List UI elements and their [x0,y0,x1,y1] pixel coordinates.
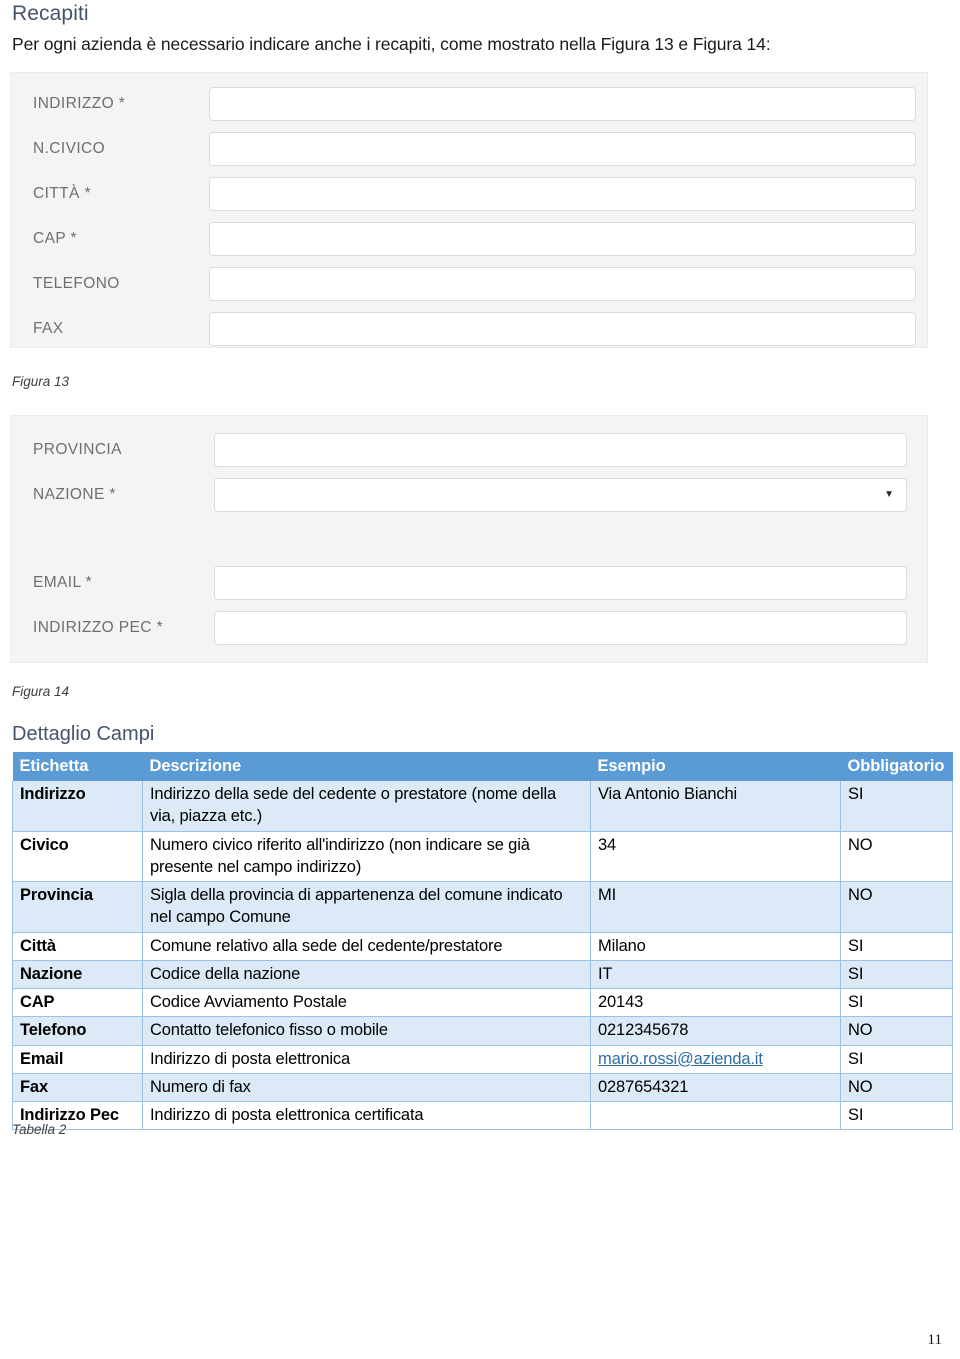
figure-14-field-row: INDIRIZZO PEC * [11,609,927,647]
figure-13-field-row: CITTÀ * [11,175,927,213]
page-title: Recapiti [12,2,89,25]
figure-13-form: INDIRIZZO * N.CIVICO CITTÀ * CAP * TELEFONO F… [10,72,928,348]
table-cell-esempio: 0287654321 [590,1073,841,1103]
figure-13-field-label: INDIRIZZO * [33,95,126,112]
figure-14-input[interactable] [214,566,907,600]
figure-13-input[interactable] [209,87,916,121]
figure-14-nazione-select[interactable]: ▼ [214,478,907,512]
table-cell-obbligatorio: SI [840,1045,953,1074]
intro-paragraph: Per ogni azienda è necessario indicare a… [12,34,771,54]
table-cell-esempio: IT [590,960,841,990]
figure-14-field-label: EMAIL * [33,574,93,591]
table-row: Fax Numero di fax 0287654321 NO [12,1073,953,1103]
table-row: Provincia Sigla della provincia di appart… [12,881,953,933]
figure-13-input[interactable] [209,177,916,211]
figure-13-input[interactable] [209,222,916,256]
figure-14-input[interactable] [214,433,907,467]
table-cell-obbligatorio: SI [840,988,953,1018]
dettaglio-campi-table: Etichetta Descrizione Esempio Obbligatorio … [12,752,953,1131]
table-cell-esempio: 34 [590,831,841,883]
table-header-descrizione: Descrizione [142,752,591,781]
figure-14-caption: Figura 14 [12,684,70,699]
table-cell-esempio: Via Antonio Bianchi [590,781,841,832]
table-row: Città Comune relativo alla sede del ceden… [12,932,953,961]
figure-13-field-label: N.CIVICO [33,140,106,157]
figure-13-field-row: FAX [11,310,927,348]
figure-13-field-label: TELEFONO [33,275,120,292]
table-row: Civico Numero civico riferito all'indiriz… [12,831,953,883]
figure-13-field-row: TELEFONO [11,265,927,303]
page-number: 11 [927,1332,942,1348]
table-cell-descrizione: Codice Avviamento Postale [142,988,591,1018]
table-header-obbligatorio: Obbligatorio [840,752,953,781]
table-cell-esempio: Milano [590,932,841,961]
figure-14-field-row: EMAIL * [11,564,927,602]
figure-14-input[interactable] [214,611,907,645]
table-cell-etichetta: Provincia [12,881,143,933]
figure-13-field-row: CAP * [11,220,927,258]
figure-13-input[interactable] [209,312,916,346]
table-row: CAP Codice Avviamento Postale 20143 SI [12,988,953,1018]
table-cell-etichetta: Fax [12,1073,143,1103]
table-cell-esempio: MI [590,881,841,933]
figure-14-field-label: INDIRIZZO PEC * [33,619,164,636]
table-cell-descrizione: Numero di fax [142,1073,591,1103]
table-cell-obbligatorio: NO [840,1073,953,1103]
table-cell-obbligatorio: NO [840,881,953,933]
figure-14-field-label: PROVINCIA [33,441,122,458]
table-cell-descrizione: Indirizzo di posta elettronica [142,1045,591,1074]
table-header-row: Etichetta Descrizione Esempio Obbligatorio [12,752,953,781]
subsection-title: Dettaglio Campi [12,723,155,745]
table-cell-obbligatorio: SI [840,1101,953,1131]
figure-13-field-row: N.CIVICO [11,130,927,168]
figure-13-input[interactable] [209,132,916,166]
figure-14-field-row: NAZIONE * ▼ [11,476,927,514]
table-cell-descrizione: Contatto telefonico fisso o mobile [142,1016,591,1046]
table-row: Nazione Codice della nazione IT SI [12,960,953,990]
table-cell-esempio [590,1101,841,1131]
table-cell-descrizione: Sigla della provincia di appartenenza de… [142,881,591,933]
figure-13-caption: Figura 13 [12,374,70,389]
table-row: Email Indirizzo di posta elettronica mario… [12,1045,953,1074]
email-link[interactable]: mario.rossi@azienda.it [598,1050,763,1068]
table-cell-esempio: 0212345678 [590,1016,841,1046]
table-caption: Tabella 2 [12,1122,67,1137]
figure-13-field-label: CAP * [33,230,77,247]
table-cell-etichetta: CAP [12,988,143,1018]
table-cell-etichetta: Civico [12,831,143,883]
table-cell-etichetta: Nazione [12,960,143,990]
table-cell-descrizione: Codice della nazione [142,960,591,990]
chevron-down-icon: ▼ [884,489,894,500]
table-header-esempio: Esempio [590,752,841,781]
figure-13-field-row: INDIRIZZO * [11,85,927,123]
table-cell-esempio: 20143 [590,988,841,1018]
table-cell-etichetta: Telefono [12,1016,143,1046]
figure-14-field-label: NAZIONE * [33,486,116,503]
table-body: Indirizzo Indirizzo della sede del cedent… [12,781,953,1131]
table-header-etichetta: Etichetta [12,752,143,781]
table-cell-obbligatorio: NO [840,1016,953,1046]
table-cell-obbligatorio: NO [840,831,953,883]
table-cell-obbligatorio: SI [840,781,953,832]
table-cell-descrizione: Numero civico riferito all'indirizzo (no… [142,831,591,883]
table-row: Indirizzo Pec Indirizzo di posta elettron… [12,1101,953,1131]
table-cell-descrizione: Indirizzo di posta elettronica certifica… [142,1101,591,1131]
table-cell-etichetta: Indirizzo [12,781,143,832]
figure-14-field-row: PROVINCIA [11,431,927,469]
table-cell-obbligatorio: SI [840,960,953,990]
table-cell-esempio[interactable]: mario.rossi@azienda.it [590,1045,841,1074]
table-cell-descrizione: Indirizzo della sede del cedente o prest… [142,781,591,832]
figure-13-field-label: FAX [33,320,64,337]
document-page: Recapiti Per ogni azienda è necessario i… [0,0,960,1359]
figure-13-input[interactable] [209,267,916,301]
table-row: Telefono Contatto telefonico fisso o mobi… [12,1016,953,1046]
table-cell-etichetta: Città [12,932,143,961]
table-row: Indirizzo Indirizzo della sede del cedent… [12,781,953,832]
table-cell-descrizione: Comune relativo alla sede del cedente/pr… [142,932,591,961]
figure-14-form: PROVINCIA NAZIONE * ▼ EMAIL * INDIRIZZO PEC … [10,415,928,663]
figure-13-field-label: CITTÀ * [33,185,91,202]
table-cell-etichetta: Email [12,1045,143,1074]
table-cell-obbligatorio: SI [840,932,953,961]
